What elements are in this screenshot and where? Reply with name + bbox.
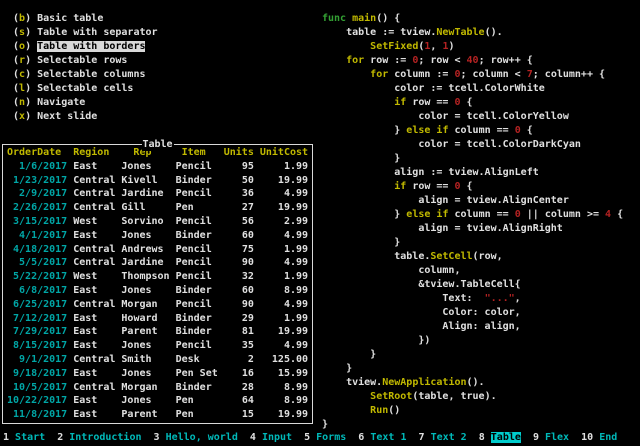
code-line: } <box>322 236 623 250</box>
table-row: 4/1/2017 East Jones Binder 60 4.99 <box>7 229 310 243</box>
table-row: 9/1/2017 Central Smith Desk 2 125.00 <box>7 353 310 367</box>
code-line: if row == 0 { <box>322 180 623 194</box>
menu-item-label: Selectable columns <box>37 69 145 80</box>
code-line: Align: align, <box>322 320 623 334</box>
table-row: 3/15/2017 West Sorvino Pencil 56 2.99 <box>7 215 310 229</box>
table-row: 11/8/2017 East Parent Pen 15 19.99 <box>7 408 310 422</box>
menu-item-table-with-separator[interactable]: (s) Table with separator <box>13 26 158 40</box>
code-line: } <box>322 348 623 362</box>
code-view: func main() { table := tview.NewTable().… <box>322 12 623 432</box>
code-line: for row := 0; row < 40; row++ { <box>322 54 623 68</box>
menu-item-label: Navigate <box>37 97 85 108</box>
menu-item-label: Selectable rows <box>37 55 127 66</box>
status-slide-label: Flex <box>545 432 569 443</box>
menu-item-table-with-borders[interactable]: (o) Table with borders <box>13 40 158 54</box>
status-slide-4[interactable]: 4 Input <box>250 432 292 443</box>
table-row: 1/6/2017 East Jones Pencil 95 1.99 <box>7 160 310 174</box>
status-slide-5[interactable]: 5 Forms <box>304 432 346 443</box>
code-line: color := tcell.ColorWhite <box>322 82 623 96</box>
code-line: table := tview.NewTable(). <box>322 26 623 40</box>
slide-menu: (b) Basic table(s) Table with separator(… <box>13 12 158 124</box>
menu-item-label: Table with separator <box>37 27 157 38</box>
status-slide-label: Text 1 <box>370 432 406 443</box>
code-line: }) <box>322 334 623 348</box>
menu-item-selectable-cells[interactable]: (l) Selectable cells <box>13 82 158 96</box>
status-slide-10[interactable]: 10 End <box>581 432 617 443</box>
status-slide-1[interactable]: 1 Start <box>3 432 45 443</box>
code-line: for column := 0; column < 7; column++ { <box>322 68 623 82</box>
code-line: tview.NewApplication(). <box>322 376 623 390</box>
menu-item-label: Table with borders <box>37 41 145 52</box>
table-body: OrderDate Region Rep Item Units UnitCost… <box>7 146 310 422</box>
code-line: table.SetCell(row, <box>322 250 623 264</box>
table-row: 7/29/2017 East Parent Binder 81 19.99 <box>7 325 310 339</box>
code-line: align = tview.AlignRight <box>322 222 623 236</box>
status-slide-label: Introduction <box>69 432 141 443</box>
table-row: 6/25/2017 Central Morgan Pencil 90 4.99 <box>7 298 310 312</box>
menu-item-label: Basic table <box>37 13 103 24</box>
code-line: SetRoot(table, true). <box>322 390 623 404</box>
code-line: } <box>322 152 623 166</box>
code-line: } <box>322 362 623 376</box>
menu-item-next-slide[interactable]: (x) Next slide <box>13 110 158 124</box>
status-slide-7[interactable]: 7 Text 2 <box>419 432 467 443</box>
code-line: } else if column == 0 { <box>322 124 623 138</box>
table-row: 4/18/2017 Central Andrews Pencil 75 1.99 <box>7 243 310 257</box>
code-line: if row == 0 { <box>322 96 623 110</box>
code-line: Color: color, <box>322 306 623 320</box>
status-slide-label: Forms <box>316 432 346 443</box>
table-row: 10/5/2017 Central Morgan Binder 28 8.99 <box>7 381 310 395</box>
status-slide-2[interactable]: 2 Introduction <box>57 432 141 443</box>
table-row: 2/9/2017 Central Jardine Pencil 36 4.99 <box>7 187 310 201</box>
menu-item-label: Selectable cells <box>37 83 133 94</box>
table-row: 1/23/2017 Central Kivell Binder 50 19.99 <box>7 174 310 188</box>
code-line: align := tview.AlignLeft <box>322 166 623 180</box>
table-row: 6/8/2017 East Jones Binder 60 8.99 <box>7 284 310 298</box>
code-line: } else if column == 0 || column >= 4 { <box>322 208 623 222</box>
table-title: Table <box>141 138 173 151</box>
terminal-screen: (b) Basic table(s) Table with separator(… <box>0 0 640 446</box>
code-line: Text: "...", <box>322 292 623 306</box>
table-row: 5/22/2017 West Thompson Pencil 32 1.99 <box>7 270 310 284</box>
menu-item-navigate[interactable]: (n) Navigate <box>13 96 158 110</box>
menu-item-selectable-rows[interactable]: (r) Selectable rows <box>13 54 158 68</box>
menu-item-selectable-columns[interactable]: (c) Selectable columns <box>13 68 158 82</box>
status-slide-8[interactable]: 8 Table <box>479 432 521 443</box>
code-line: color = tcell.ColorDarkCyan <box>322 138 623 152</box>
status-slide-6[interactable]: 6 Text 1 <box>358 432 406 443</box>
code-line: } <box>322 418 623 432</box>
status-slide-label: End <box>599 432 617 443</box>
table-row: 9/18/2017 East Jones Pen Set 16 15.99 <box>7 367 310 381</box>
menu-item-basic-table[interactable]: (b) Basic table <box>13 12 158 26</box>
table-row: 8/15/2017 East Jones Pencil 35 4.99 <box>7 339 310 353</box>
code-line: column, <box>322 264 623 278</box>
menu-item-label: Next slide <box>37 111 97 122</box>
status-slide-3[interactable]: 3 Hello, world <box>154 432 238 443</box>
status-slide-label: Table <box>491 432 521 443</box>
code-line: SetFixed(1, 1) <box>322 40 623 54</box>
code-line: func main() { <box>322 12 623 26</box>
code-line: color = tcell.ColorYellow <box>322 110 623 124</box>
table-row: 7/12/2017 East Howard Binder 29 1.99 <box>7 312 310 326</box>
status-slide-label: Hello, world <box>166 432 238 443</box>
code-line: Run() <box>322 404 623 418</box>
status-slide-label: Text 2 <box>431 432 467 443</box>
status-slide-label: Start <box>15 432 45 443</box>
status-slide-9[interactable]: 9 Flex <box>533 432 569 443</box>
code-line: &tview.TableCell{ <box>322 278 623 292</box>
table-row: 2/26/2017 Central Gill Pen 27 19.99 <box>7 201 310 215</box>
table-row: 10/22/2017 East Jones Pen 64 8.99 <box>7 394 310 408</box>
code-line: align = tview.AlignCenter <box>322 194 623 208</box>
status-bar: 1 Start 2 Introduction 3 Hello, world 4 … <box>3 431 617 445</box>
table-row: 5/5/2017 Central Jardine Pencil 90 4.99 <box>7 256 310 270</box>
table-panel: Table OrderDate Region Rep Item Units Un… <box>2 144 313 424</box>
status-slide-label: Input <box>262 432 292 443</box>
